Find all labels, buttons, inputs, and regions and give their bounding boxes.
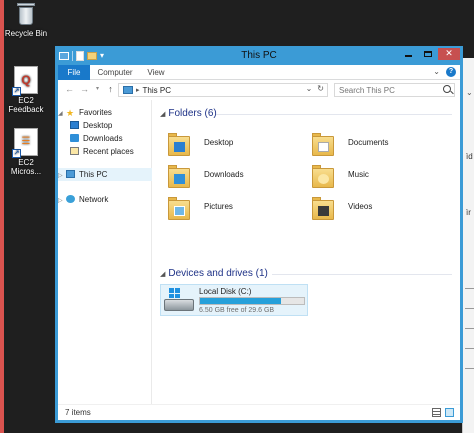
folder-music[interactable]: Music [310, 160, 450, 190]
forward-button[interactable]: → [79, 84, 90, 95]
refresh-icon[interactable]: ↻ [317, 84, 324, 93]
collapse-group-icon[interactable]: ◢ [160, 111, 165, 118]
desktop-folder-icon [168, 130, 190, 156]
network-icon [66, 195, 75, 203]
nav-favorites[interactable]: ◢ ★ Favorites [58, 106, 152, 119]
address-dropdown-icon[interactable]: ⌄ [306, 84, 313, 93]
expand-arrow-icon[interactable]: ▷ [58, 170, 66, 183]
content-pane: ◢ Folders (6) Desktop Documents Downloads… [152, 100, 460, 404]
close-button[interactable]: ✕ [438, 48, 460, 60]
pictures-folder-icon [168, 194, 190, 220]
item-count: 7 items [65, 408, 91, 417]
folder-label: Documents [348, 138, 389, 147]
address-toolbar: ← → ▾ ↑ ▸ This PC ⌄ ↻ [58, 80, 460, 100]
computer-icon [123, 86, 133, 94]
hard-drive-icon [164, 288, 194, 312]
maximize-button[interactable] [419, 48, 437, 60]
folder-desktop[interactable]: Desktop [166, 128, 306, 158]
expand-arrow-icon[interactable]: ▷ [58, 195, 66, 208]
folder-pictures[interactable]: Pictures [166, 192, 306, 222]
downloads-folder-icon [168, 162, 190, 188]
title-bar[interactable]: ▾ This PC ✕ [55, 46, 463, 65]
tab-view[interactable]: View [144, 65, 168, 80]
nav-label: Network [79, 195, 109, 204]
recycle-bin-icon [16, 2, 36, 26]
new-folder-icon[interactable] [87, 52, 97, 60]
nav-network[interactable]: ▷ Network [58, 193, 152, 206]
computer-icon [66, 170, 75, 178]
background-text-snippet: ìr [466, 208, 471, 217]
folder-label: Music [348, 170, 369, 179]
nav-this-pc[interactable]: ▷ This PC [58, 168, 152, 181]
nav-label: Downloads [83, 134, 123, 143]
breadcrumb-this-pc[interactable]: This PC [143, 86, 171, 95]
desktop-icon-ec2-microsoft[interactable]: ☰ ↗ EC2 Micros... [0, 128, 52, 176]
help-icon[interactable]: ? [446, 67, 456, 77]
background-window-edge: ⌄ ìd ìr [462, 58, 474, 433]
properties-icon[interactable] [76, 51, 84, 61]
collapse-group-icon[interactable]: ◢ [160, 271, 165, 278]
back-button[interactable]: ← [64, 84, 75, 95]
group-header-devices[interactable]: ◢ Devices and drives (1) [160, 268, 268, 279]
chevron-down-icon: ⌄ [466, 88, 473, 97]
desktop-icon-ec2-feedback[interactable]: Q ↗ EC2 Feedback [0, 66, 52, 114]
background-text-snippet: ìd [466, 152, 473, 161]
group-header-folders[interactable]: ◢ Folders (6) [160, 108, 217, 119]
explorer-window: ▾ This PC ✕ File Computer View ⌄ ? ← → ▾… [55, 46, 463, 423]
folder-label: Pictures [204, 202, 233, 211]
window-title: This PC [241, 50, 277, 61]
documents-folder-icon [312, 130, 334, 156]
expand-ribbon-chevron-icon[interactable]: ⌄ [433, 67, 440, 77]
search-box[interactable] [334, 83, 455, 97]
folder-videos[interactable]: Videos [310, 192, 450, 222]
minimize-button[interactable] [399, 48, 417, 60]
desktop-icon-label: Recycle Bin [4, 29, 48, 38]
drive-name: Local Disk (C:) [199, 287, 252, 296]
computer-icon [59, 52, 69, 60]
folder-label: Videos [348, 202, 373, 211]
downloads-icon [70, 134, 79, 142]
customize-toolbar-chevron-icon[interactable]: ▾ [100, 51, 104, 61]
search-input[interactable] [335, 84, 439, 96]
tab-computer[interactable]: Computer [96, 65, 134, 80]
folder-label: Desktop [204, 138, 234, 147]
up-button[interactable]: ↑ [105, 84, 116, 95]
nav-label: Recent places [83, 147, 134, 156]
nav-downloads[interactable]: Downloads [58, 132, 152, 145]
folder-downloads[interactable]: Downloads [166, 160, 306, 190]
status-bar: 7 items [58, 404, 460, 420]
drive-usage-fill [200, 298, 282, 304]
recent-places-icon [70, 147, 79, 155]
large-icons-view-icon[interactable] [445, 408, 454, 417]
music-folder-icon [312, 162, 334, 188]
nav-label: Desktop [83, 121, 113, 130]
folder-label: Downloads [204, 170, 244, 179]
desktop-icon-recycle-bin[interactable]: Recycle Bin [0, 2, 52, 38]
drive-local-disk-c[interactable]: Local Disk (C:) 6.50 GB free of 29.6 GB [160, 284, 308, 316]
address-bar[interactable]: ▸ This PC ⌄ ↻ [118, 83, 328, 97]
recent-locations-button[interactable]: ▾ [92, 84, 103, 95]
tab-file[interactable]: File [58, 65, 90, 80]
star-icon: ★ [66, 108, 75, 118]
videos-folder-icon [312, 194, 334, 220]
ec2-microsoft-shortcut-icon: ☰ ↗ [12, 128, 38, 158]
ec2-feedback-shortcut-icon: Q ↗ [12, 66, 38, 96]
desktop-icon-label: EC2 Micros... [10, 158, 42, 176]
drive-free-space: 6.50 GB free of 29.6 GB [199, 307, 275, 314]
nav-label: This PC [79, 170, 108, 179]
nav-recent-places[interactable]: Recent places [58, 145, 152, 158]
drive-usage-bar [199, 297, 305, 305]
nav-desktop[interactable]: Desktop [58, 119, 152, 132]
desktop-icon [70, 121, 79, 129]
details-view-icon[interactable] [432, 408, 441, 417]
breadcrumb-separator-icon[interactable]: ▸ [136, 86, 140, 94]
nav-label: Favorites [79, 108, 112, 117]
quick-access-toolbar: ▾ [59, 50, 104, 62]
desktop-left-edge [0, 0, 4, 433]
search-icon[interactable] [443, 85, 451, 93]
folder-documents[interactable]: Documents [310, 128, 450, 158]
desktop-icon-label: EC2 Feedback [8, 96, 44, 114]
ribbon-tabs: File Computer View ⌄ ? [58, 65, 460, 80]
navigation-pane: ◢ ★ Favorites Desktop Downloads Recent pla… [58, 100, 152, 404]
